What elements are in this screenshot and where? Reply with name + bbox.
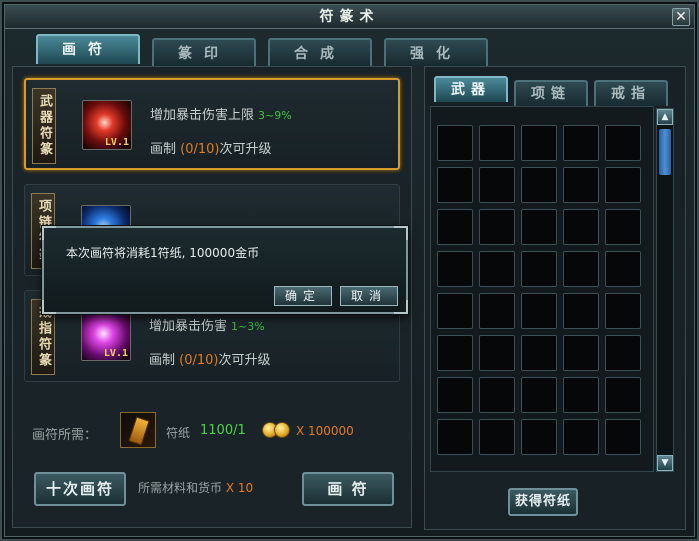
inventory-slot[interactable] xyxy=(521,377,557,413)
rune-progress-suffix: 次可升级 xyxy=(219,142,272,157)
paper-label: 符纸 xyxy=(166,426,191,440)
rune-effect: 增加暴击伤害上限 3~9% xyxy=(150,104,292,123)
inventory-slot[interactable] xyxy=(521,209,557,245)
scroll-down-button[interactable]: ▼ xyxy=(657,455,673,471)
rune-range: 3~9% xyxy=(258,109,292,122)
inventory-slot[interactable] xyxy=(521,293,557,329)
inventory-slot[interactable] xyxy=(563,335,599,371)
inventory-slot[interactable] xyxy=(437,125,473,161)
rune-range: 1~3% xyxy=(231,320,265,333)
rune-card-weapon[interactable]: 武器符篆 LV.1 增加暴击伤害上限 3~9% 画制 (0/10)次可升级 xyxy=(24,78,400,170)
confirm-button[interactable]: 确定 xyxy=(274,286,332,306)
inventory-slot[interactable] xyxy=(563,209,599,245)
rune-progress: 画制 (0/10)次可升级 xyxy=(149,349,271,368)
inventory-scrollbar[interactable]: ▲ ▼ xyxy=(656,108,674,472)
inventory-slot[interactable] xyxy=(605,293,641,329)
inventory-slot[interactable] xyxy=(605,419,641,455)
inventory-slot[interactable] xyxy=(521,419,557,455)
draw-button[interactable]: 画 符 xyxy=(302,472,394,506)
gold-coin-icon xyxy=(262,422,292,438)
inventory-slot[interactable] xyxy=(437,377,473,413)
dialog-message: 本次画符将消耗1符纸, 100000金币 xyxy=(66,246,260,260)
inventory-slot[interactable] xyxy=(479,251,515,287)
inventory-slot[interactable] xyxy=(479,293,515,329)
inventory-slot[interactable] xyxy=(605,335,641,371)
materials-multiplier: X 10 xyxy=(225,481,254,495)
inventory-slot[interactable] xyxy=(563,293,599,329)
inventory-slot[interactable] xyxy=(563,125,599,161)
inventory-slot[interactable] xyxy=(437,167,473,203)
inventory-slot[interactable] xyxy=(437,293,473,329)
materials-text: 所需材料和货币 xyxy=(138,481,223,495)
inventory-slot[interactable] xyxy=(563,251,599,287)
inventory-slot[interactable] xyxy=(479,377,515,413)
inventory-slot[interactable] xyxy=(479,125,515,161)
sub-tab-ring[interactable]: 戒指 xyxy=(594,80,668,106)
talisman-paper-icon[interactable] xyxy=(120,412,156,448)
sub-tab-necklace[interactable]: 项链 xyxy=(514,80,588,106)
weapon-rune-icon: LV.1 xyxy=(82,100,132,150)
materials-note: 所需材料和货币 X 10 xyxy=(138,479,253,496)
inventory-slot[interactable] xyxy=(521,335,557,371)
inventory-slot[interactable] xyxy=(563,419,599,455)
rune-effect-text: 增加暴击伤害 xyxy=(149,319,228,334)
tab-draw[interactable]: 画符 xyxy=(36,34,140,64)
inventory-slot[interactable] xyxy=(437,251,473,287)
inventory-slot[interactable] xyxy=(605,167,641,203)
inventory-slot[interactable] xyxy=(479,335,515,371)
inventory-slot[interactable] xyxy=(605,125,641,161)
gold-amount: 100000 xyxy=(308,424,354,438)
inventory-slot[interactable] xyxy=(479,419,515,455)
tab-enhance[interactable]: 强化 xyxy=(384,38,488,66)
inventory-slot[interactable] xyxy=(521,251,557,287)
tab-combine[interactable]: 合成 xyxy=(268,38,372,66)
inventory-slot[interactable] xyxy=(563,167,599,203)
dialog-corner-ornament xyxy=(42,226,56,240)
inventory-slot[interactable] xyxy=(605,209,641,245)
inventory-slot[interactable] xyxy=(521,125,557,161)
rune-progress-count: (0/10) xyxy=(180,142,220,157)
confirm-dialog: 本次画符将消耗1符纸, 100000金币 确定 取消 xyxy=(42,226,408,314)
rune-effect-text: 增加暴击伤害上限 xyxy=(150,108,255,123)
inventory-slot[interactable] xyxy=(605,251,641,287)
paper-count: 1100/1 xyxy=(200,423,246,438)
ten-draw-button[interactable]: 十次画符 xyxy=(34,472,126,506)
dialog-corner-ornament xyxy=(42,300,56,314)
rune-progress: 画制 (0/10)次可升级 xyxy=(150,138,272,157)
get-paper-button[interactable]: 获得符纸 xyxy=(508,488,578,516)
rune-progress-prefix: 画制 xyxy=(150,142,177,157)
close-button[interactable]: ✕ xyxy=(672,8,690,26)
scroll-thumb[interactable] xyxy=(659,129,671,175)
rune-effect: 增加暴击伤害 1~3% xyxy=(149,315,265,334)
gold-multiplier: X xyxy=(296,424,305,438)
inventory-slot[interactable] xyxy=(479,209,515,245)
requirements-label: 画符所需： xyxy=(32,428,98,443)
inventory-slot[interactable] xyxy=(521,167,557,203)
dialog-corner-ornament xyxy=(394,226,408,240)
rune-progress-suffix: 次可升级 xyxy=(218,353,271,368)
inventory-slot[interactable] xyxy=(605,377,641,413)
tab-seal[interactable]: 篆印 xyxy=(152,38,256,66)
window-title: 符篆术 xyxy=(319,9,380,25)
inventory-slot[interactable] xyxy=(437,335,473,371)
rune-progress-prefix: 画制 xyxy=(149,353,176,368)
rune-progress-count: (0/10) xyxy=(179,353,219,368)
inventory-slot[interactable] xyxy=(563,377,599,413)
title-bar[interactable]: 符篆术 ✕ xyxy=(5,5,694,29)
inventory-slot[interactable] xyxy=(437,419,473,455)
sub-tab-weapon[interactable]: 武器 xyxy=(434,76,508,102)
inventory-slot[interactable] xyxy=(479,167,515,203)
rune-level: LV.1 xyxy=(104,137,129,148)
scroll-up-button[interactable]: ▲ xyxy=(657,109,673,125)
rune-level: LV.1 xyxy=(103,348,128,359)
cancel-button[interactable]: 取消 xyxy=(340,286,398,306)
ring-rune-icon: LV.1 xyxy=(81,311,131,361)
rune-tag-weapon: 武器符篆 xyxy=(32,88,56,164)
inventory-grid xyxy=(430,106,654,472)
inventory-slot[interactable] xyxy=(437,209,473,245)
